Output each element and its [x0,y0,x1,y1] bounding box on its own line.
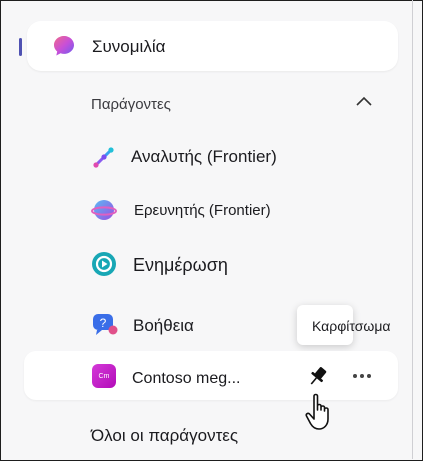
chat-nav-item[interactable] [27,21,398,71]
agent-label: Βοήθεια [133,316,194,335]
more-options-icon[interactable] [348,366,376,386]
researcher-icon [91,200,117,220]
agents-section-label: Παράγοντες [91,96,171,113]
contoso-label: Contoso meg... [132,370,241,387]
hand-pointer-cursor-icon [305,393,329,430]
chat-label: Συνομιλία [92,37,166,56]
selected-indicator [19,38,22,56]
chat-bubble-icon [54,36,74,56]
scrollbar-track[interactable] [412,0,413,459]
agent-label: Αναλυτής (Frontier) [131,147,277,166]
tooltip-text: Καρφίτσωμα [312,318,391,334]
contoso-icon: Cm [92,364,116,388]
svg-text:?: ? [100,316,107,330]
chevron-up-icon[interactable] [354,92,374,112]
pin-icon[interactable] [304,362,332,390]
analyst-icon [93,147,114,168]
all-agents-link[interactable]: Όλοι οι παράγοντες [91,425,238,447]
agent-label: Ενημέρωση [133,255,228,275]
update-icon [92,252,116,276]
help-icon: ? [93,314,118,335]
agent-label: Ερευνητής (Frontier) [134,202,271,219]
